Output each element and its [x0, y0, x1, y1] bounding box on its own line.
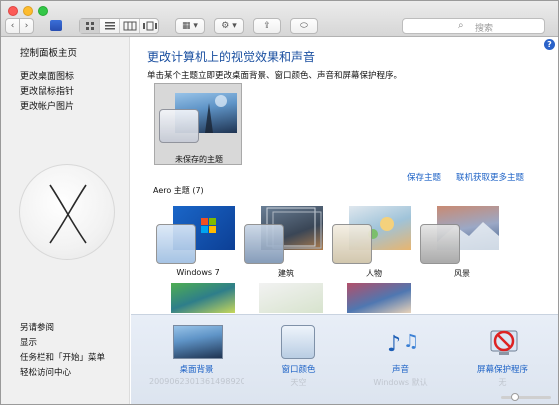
- view-mode-group: [79, 18, 159, 34]
- theme-landscapes[interactable]: 风景: [419, 202, 505, 284]
- control-panel-icon: [50, 20, 62, 31]
- theme-components-bar: 桌面背景 20090623013614989203... 窗口颜色 天空 ♪♫ …: [131, 314, 558, 404]
- unsaved-theme-tile[interactable]: 未保存的主题: [154, 83, 242, 165]
- desktop-background-value: 20090623013614989203...: [149, 377, 244, 386]
- sidebar-link-display[interactable]: 显示: [20, 336, 37, 348]
- sounds-label: 声音: [391, 365, 409, 375]
- theme-windows7[interactable]: Windows 7: [155, 202, 241, 284]
- main-content: ? 更改计算机上的视觉效果和声音 单击某个主题立即更改桌面背景、窗口颜色、声音和…: [131, 37, 558, 404]
- zoom-window-button[interactable]: [38, 6, 48, 16]
- icon-view-button[interactable]: [80, 19, 100, 33]
- search-input[interactable]: ⌕ 搜索: [402, 18, 545, 34]
- os-x-logo-icon: [19, 164, 115, 260]
- arrange-icon: ▦ ▾: [182, 21, 198, 31]
- gear-icon: ⚙ ▾: [221, 21, 237, 31]
- share-icon: ⇪: [263, 21, 271, 31]
- get-more-themes-link[interactable]: 联机获取更多主题: [456, 171, 524, 183]
- screen-saver-label: 屏幕保护程序: [476, 365, 528, 375]
- theme-windows7-swatch: [156, 224, 196, 264]
- control-panel-window: ‹ › ▦ ▾ ⚙ ▾ ⇪ ⬭ ⌕ 搜索 控制面板主页 更改桌面图标 更改鼠标指…: [0, 0, 559, 405]
- sidebar-link-taskbar[interactable]: 任务栏和「开始」菜单: [20, 351, 105, 363]
- sidebar: 控制面板主页 更改桌面图标 更改鼠标指针 更改帐户图片 另请参阅 显示 任务栏和…: [1, 37, 130, 404]
- list-view-button[interactable]: [100, 19, 120, 33]
- window-color-label: 窗口颜色: [281, 365, 316, 375]
- window-color-icon: [281, 325, 315, 359]
- chevron-left-icon: ‹: [10, 21, 15, 31]
- arrange-button[interactable]: ▦ ▾: [175, 18, 205, 34]
- share-button[interactable]: ⇪: [253, 18, 281, 34]
- theme-nature-thumbnail[interactable]: [171, 283, 235, 313]
- theme-scenes-thumbnail[interactable]: [259, 283, 323, 313]
- theme-united-states-thumbnail[interactable]: [347, 283, 411, 313]
- theme-characters[interactable]: 人物: [331, 202, 417, 284]
- sounds-icon: ♪ ♫: [377, 325, 427, 359]
- theme-characters-swatch: [332, 224, 372, 264]
- sidebar-link-mouse-pointer[interactable]: 更改鼠标指针: [20, 84, 74, 97]
- theme-landscapes-swatch: [420, 224, 460, 264]
- gallery-view-icon: [143, 21, 157, 31]
- sidebar-link-account-picture[interactable]: 更改帐户图片: [20, 99, 74, 112]
- toolbar: ‹ › ▦ ▾ ⚙ ▾ ⇪ ⬭ ⌕ 搜索: [1, 1, 558, 37]
- forward-button[interactable]: ›: [19, 18, 34, 34]
- desktop-background-item[interactable]: 桌面背景 20090623013614989203...: [149, 321, 244, 401]
- theme-architecture-swatch: [244, 224, 284, 264]
- gallery-view-button[interactable]: [140, 19, 160, 33]
- chevron-right-icon: ›: [24, 21, 29, 31]
- svg-text:♫: ♫: [403, 331, 419, 352]
- theme-architecture[interactable]: 建筑: [243, 202, 329, 284]
- theme-architecture-label: 建筑: [278, 269, 294, 278]
- theme-characters-label: 人物: [366, 269, 382, 278]
- save-theme-link[interactable]: 保存主题: [407, 171, 441, 183]
- back-button[interactable]: ‹: [5, 18, 20, 34]
- window-color-item[interactable]: 窗口颜色 天空: [251, 321, 346, 401]
- desktop-background-label: 桌面背景: [179, 365, 214, 375]
- sounds-item[interactable]: ♪ ♫ 声音 Windows 默认: [353, 321, 448, 401]
- icon-size-slider-track[interactable]: [501, 396, 551, 399]
- desktop-background-icon: [173, 325, 223, 359]
- see-also-heading: 另请参阅: [20, 323, 55, 333]
- sidebar-link-ease-of-access[interactable]: 轻松访问中心: [20, 366, 71, 378]
- unsaved-theme-color-swatch: [159, 109, 199, 143]
- icon-grid-icon: [86, 22, 94, 30]
- list-view-icon: [105, 22, 115, 30]
- column-view-button[interactable]: [120, 19, 140, 33]
- screen-saver-item[interactable]: 屏幕保护程序 无: [455, 321, 550, 401]
- action-button[interactable]: ⚙ ▾: [214, 18, 244, 34]
- screen-saver-icon: [479, 325, 529, 359]
- tag-button[interactable]: ⬭: [290, 18, 318, 34]
- aero-theme-row-2: [131, 283, 558, 313]
- screen-saver-value: 无: [498, 378, 507, 387]
- sidebar-link-desktop-icons[interactable]: 更改桌面图标: [20, 69, 74, 82]
- sounds-value: Windows 默认: [373, 378, 428, 387]
- help-icon[interactable]: ?: [544, 39, 555, 50]
- search-icon: ⌕: [458, 20, 464, 31]
- close-window-button[interactable]: [8, 6, 18, 16]
- page-title: 更改计算机上的视觉效果和声音: [147, 50, 316, 64]
- aero-themes-heading: Aero 主题 (7): [153, 186, 204, 195]
- window-color-value: 天空: [290, 378, 307, 387]
- theme-landscapes-label: 风景: [454, 269, 470, 278]
- svg-text:♪: ♪: [387, 332, 401, 357]
- column-view-icon: [123, 21, 137, 31]
- aero-theme-row: Windows 7 建筑 人物 风景: [131, 202, 558, 280]
- theme-windows7-label: Windows 7: [176, 268, 220, 277]
- icon-size-slider-knob[interactable]: [511, 393, 519, 401]
- search-placeholder: 搜索: [475, 24, 494, 34]
- sidebar-home-link[interactable]: 控制面板主页: [20, 45, 77, 59]
- tag-icon: ⬭: [300, 21, 308, 31]
- minimize-window-button[interactable]: [23, 6, 33, 16]
- unsaved-theme-label: 未保存的主题: [175, 155, 223, 164]
- page-subtitle: 单击某个主题立即更改桌面背景、窗口颜色、声音和屏幕保护程序。: [147, 71, 403, 81]
